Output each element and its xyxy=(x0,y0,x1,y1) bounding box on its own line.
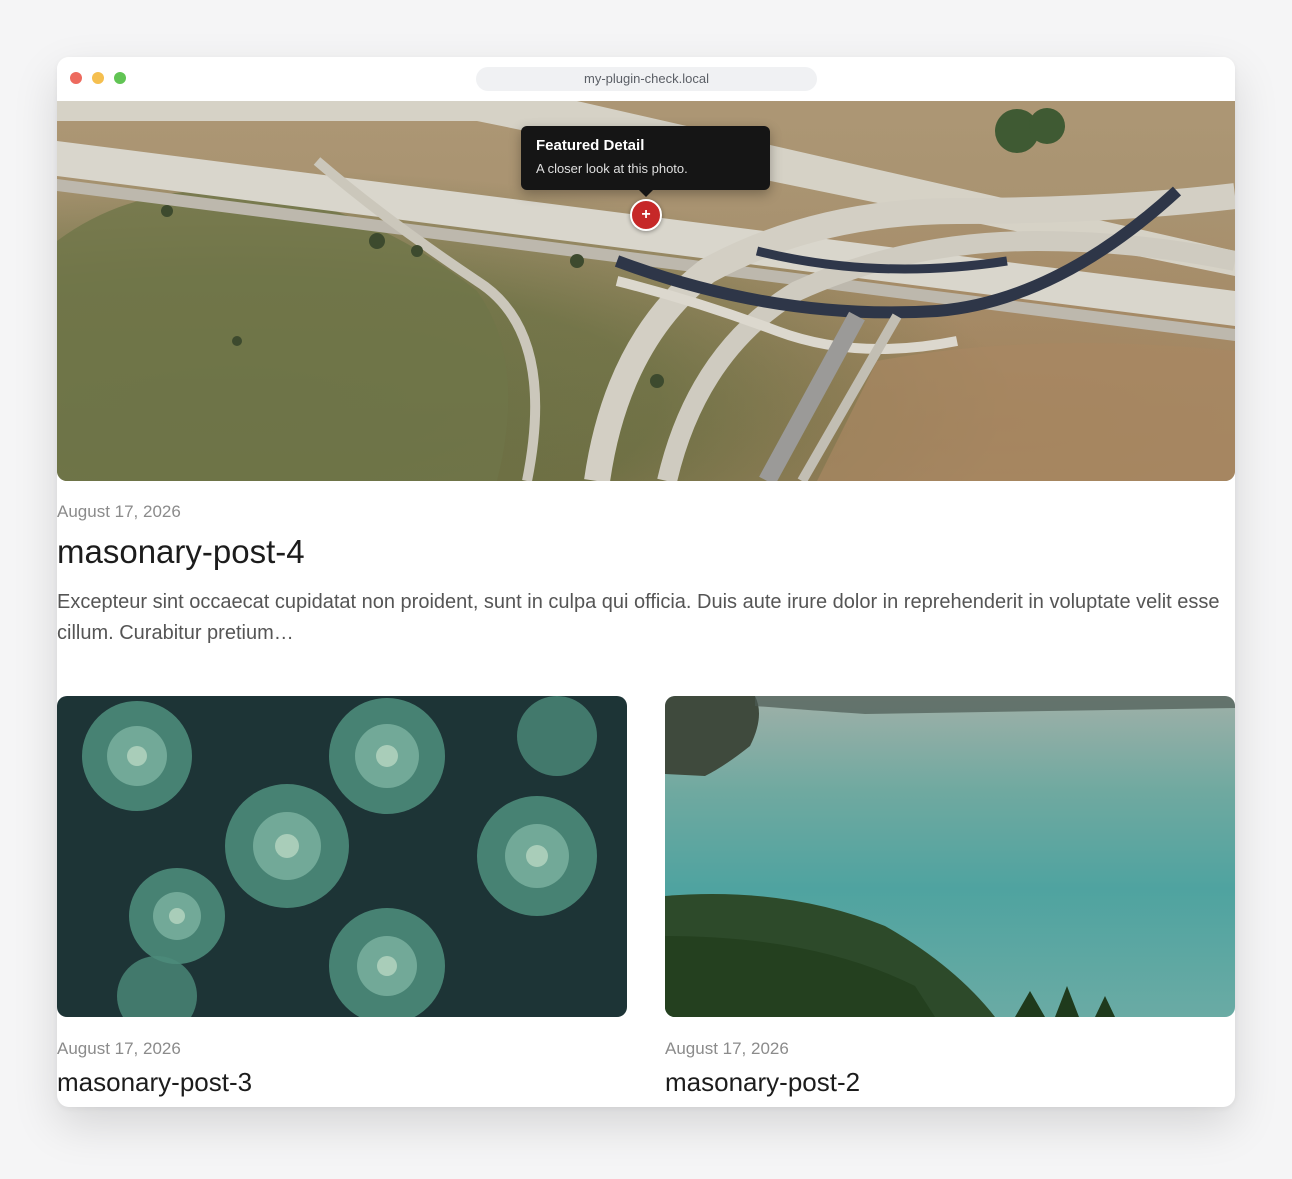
post-title[interactable]: masonary-post-2 xyxy=(665,1067,860,1098)
lake-photo xyxy=(665,696,1235,1017)
tooltip-body: A closer look at this photo. xyxy=(536,161,688,176)
post-title[interactable]: masonary-post-3 xyxy=(57,1067,252,1098)
address-bar[interactable]: my-plugin-check.local xyxy=(476,67,817,91)
browser-window: my-plugin-check.local Featured Detail A … xyxy=(57,57,1235,1107)
post-title[interactable]: masonary-post-4 xyxy=(57,533,305,571)
post-excerpt: Excepteur sint occaecat cupidatat non pr… xyxy=(57,591,1220,644)
hotspot-tooltip: Featured Detail A closer look at this ph… xyxy=(521,126,770,197)
browser-titlebar: my-plugin-check.local xyxy=(57,57,1235,101)
close-window-button[interactable] xyxy=(70,72,82,84)
post-image[interactable] xyxy=(665,696,1235,1017)
page-content: Featured Detail A closer look at this ph… xyxy=(57,101,1235,1107)
maximize-window-button[interactable] xyxy=(114,72,126,84)
post-date: August 17, 2026 xyxy=(57,502,181,521)
succulent-photo xyxy=(82,696,597,1017)
tooltip-title: Featured Detail xyxy=(536,137,645,154)
post-date: August 17, 2026 xyxy=(665,1039,789,1058)
post-image[interactable] xyxy=(57,696,627,1017)
minimize-window-button[interactable] xyxy=(92,72,104,84)
post-date: August 17, 2026 xyxy=(57,1039,181,1058)
plus-icon[interactable]: + xyxy=(630,199,662,231)
